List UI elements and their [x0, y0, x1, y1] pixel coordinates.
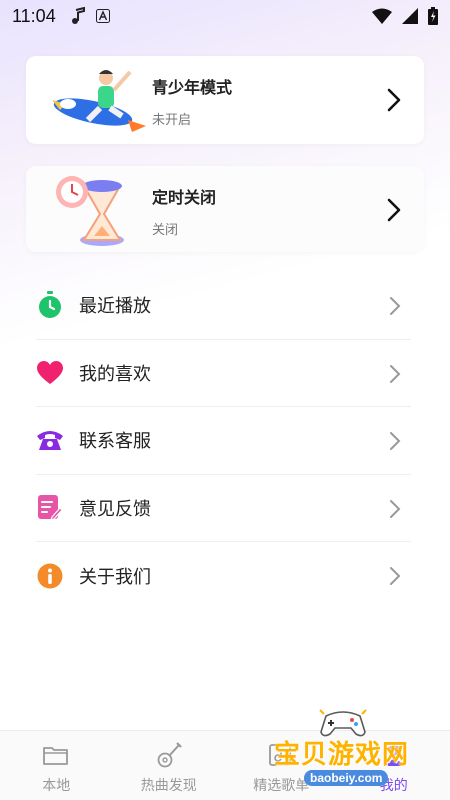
nav-tab-local[interactable]: 本地 [0, 731, 113, 800]
profile-icon [383, 744, 404, 766]
youth-mode-status: 未开启 [152, 113, 192, 128]
settings-menu: 最近播放 我的喜欢 联系客服 意见反馈 关于我们 [36, 272, 411, 610]
battery-icon [428, 7, 438, 25]
chevron-right-icon [390, 499, 401, 518]
nav-tab-mine[interactable]: 我的 [338, 731, 450, 800]
menu-item-about-us[interactable]: 关于我们 [36, 542, 411, 610]
heart-icon [37, 360, 63, 384]
guitar-icon [157, 742, 182, 768]
chevron-right-icon [387, 198, 401, 222]
menu-label: 联系客服 [79, 431, 151, 453]
bottom-nav: 本地 热曲发现 精选歌单 我的 [0, 730, 450, 800]
menu-item-recent-play[interactable]: 最近播放 [36, 272, 411, 340]
nav-tab-playlists[interactable]: 精选歌单 [225, 731, 338, 800]
menu-label: 最近播放 [79, 296, 151, 318]
menu-item-feedback[interactable]: 意见反馈 [36, 475, 411, 543]
menu-item-customer-service[interactable]: 联系客服 [36, 407, 411, 475]
nav-label: 热曲发现 [140, 778, 197, 794]
info-icon [37, 563, 63, 589]
feedback-icon [38, 495, 62, 522]
wifi-icon [372, 8, 392, 24]
nav-label: 我的 [379, 778, 408, 794]
telephone-icon [37, 431, 63, 451]
menu-label: 我的喜欢 [79, 363, 151, 385]
font-a-icon [95, 9, 110, 23]
folder-icon [43, 747, 69, 765]
status-bar: 11:04 [0, 0, 450, 32]
playlist-icon [269, 744, 292, 766]
stopwatch-icon [39, 291, 61, 319]
nav-label: 本地 [42, 778, 71, 794]
signal-icon [402, 8, 418, 24]
hourglass-clock-illustration [56, 176, 124, 246]
chevron-right-icon [390, 432, 401, 451]
youth-mode-title: 青少年模式 [152, 78, 233, 97]
sleep-timer-status: 关闭 [152, 223, 179, 238]
chevron-right-icon [390, 297, 401, 315]
menu-label: 关于我们 [79, 567, 151, 589]
music-note-icon [71, 7, 85, 24]
chevron-right-icon [387, 88, 401, 112]
rocket-rider-illustration [52, 70, 146, 132]
sleep-timer-card[interactable]: 定时关闭 关闭 [26, 166, 424, 252]
chevron-right-icon [390, 567, 401, 586]
sleep-timer-title: 定时关闭 [152, 188, 217, 207]
nav-label: 精选歌单 [253, 778, 310, 794]
chevron-right-icon [390, 364, 401, 383]
youth-mode-card[interactable]: 青少年模式 未开启 [26, 56, 424, 144]
menu-item-favorites[interactable]: 我的喜欢 [36, 340, 411, 408]
menu-label: 意见反馈 [79, 499, 151, 521]
nav-tab-hot-songs[interactable]: 热曲发现 [113, 731, 226, 800]
status-time: 11:04 [12, 5, 56, 26]
